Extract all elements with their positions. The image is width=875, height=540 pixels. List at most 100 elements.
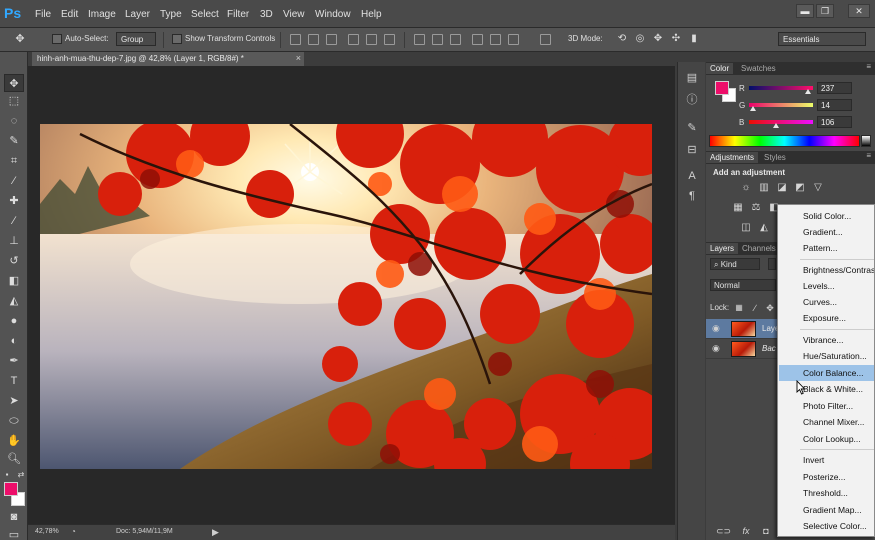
menu-item-photo-filter[interactable]: Photo Filter...	[779, 398, 874, 414]
maximize-button[interactable]: ❐	[816, 4, 834, 18]
visibility-eye-icon[interactable]: ◉	[712, 343, 720, 354]
history-panel-icon[interactable]: ▤	[684, 70, 700, 86]
tab-channels[interactable]: Channels	[738, 243, 780, 254]
auto-align-layers-icon[interactable]	[540, 34, 551, 45]
distribute-right-icon[interactable]	[508, 34, 519, 45]
visibility-eye-icon[interactable]: ◉	[712, 323, 720, 334]
brush-tool-icon[interactable]: ∕	[4, 212, 24, 230]
align-bottom-icon[interactable]	[326, 34, 337, 45]
link-layers-icon[interactable]: ⊂⊃	[716, 525, 731, 537]
layer-mask-icon[interactable]: ◘	[760, 525, 772, 537]
menu-type[interactable]: Type	[160, 9, 182, 20]
lock-position-icon[interactable]: ✥	[764, 302, 776, 314]
3d-roll-icon[interactable]: ◎	[630, 30, 650, 48]
move-tool-icon[interactable]: ✥	[4, 74, 24, 92]
layer-name[interactable]: Bac	[762, 344, 776, 353]
menu-item-gradient[interactable]: Gradient...	[779, 224, 874, 240]
foreground-color-swatch[interactable]	[4, 482, 18, 496]
info-panel-icon[interactable]: ⓘ	[684, 92, 700, 108]
menu-item-vibrance[interactable]: Vibrance...	[779, 332, 874, 348]
panel-menu-icon[interactable]: ≡	[866, 151, 871, 160]
tab-adjustments[interactable]: Adjustments	[706, 152, 759, 163]
quick-mask-icon[interactable]: ◙	[4, 508, 24, 526]
blend-mode-dropdown[interactable]: Normal	[710, 279, 776, 291]
green-slider[interactable]	[749, 103, 813, 107]
auto-select-checkbox[interactable]	[52, 34, 62, 44]
dodge-tool-icon[interactable]: ◐	[4, 332, 24, 350]
hand-tool-icon[interactable]: ✋	[4, 432, 24, 450]
color-spectrum-bar[interactable]	[709, 135, 860, 147]
3d-scale-icon[interactable]: ▮	[684, 30, 704, 48]
tab-swatches[interactable]: Swatches	[737, 63, 780, 74]
minimize-button[interactable]: ▬	[796, 4, 814, 18]
layer-style-icon[interactable]: fx	[740, 525, 752, 537]
menu-help[interactable]: Help	[361, 9, 382, 20]
3d-slide-icon[interactable]: ✣	[666, 30, 686, 48]
menu-item-threshold[interactable]: Threshold...	[779, 485, 874, 501]
close-window-button[interactable]: ✕	[848, 4, 870, 18]
red-slider[interactable]	[749, 86, 813, 90]
menu-view[interactable]: View	[283, 9, 305, 20]
tab-styles[interactable]: Styles	[760, 152, 790, 163]
paragraph-panel-icon[interactable]: ¶	[684, 188, 700, 204]
menu-item-channel-mixer[interactable]: Channel Mixer...	[779, 414, 874, 430]
lasso-tool-icon[interactable]: ◌	[4, 112, 24, 130]
align-horizontal-center-icon[interactable]	[366, 34, 377, 45]
menu-edit[interactable]: Edit	[61, 9, 78, 20]
type-tool-icon[interactable]: T	[4, 372, 24, 390]
canvas-area[interactable]	[28, 66, 675, 524]
path-selection-tool-icon[interactable]: ➤	[4, 392, 24, 410]
menu-item-invert[interactable]: Invert	[779, 452, 874, 468]
menu-item-gradient-map[interactable]: Gradient Map...	[779, 502, 874, 518]
character-panel-icon[interactable]: A	[684, 168, 700, 184]
brush-panel-icon[interactable]: ✎	[684, 120, 700, 136]
distribute-horizontal-icon[interactable]	[490, 34, 501, 45]
distribute-center-icon[interactable]	[432, 34, 443, 45]
align-top-icon[interactable]	[290, 34, 301, 45]
vibrance-icon[interactable]: ▽	[812, 182, 824, 194]
green-slider-handle[interactable]	[750, 106, 756, 111]
hue-saturation-icon[interactable]: ▦	[732, 202, 744, 214]
exposure-icon[interactable]: ◩	[794, 182, 806, 194]
menu-item-levels[interactable]: Levels...	[779, 278, 874, 294]
menu-item-color-lookup[interactable]: Color Lookup...	[779, 431, 874, 447]
paint-bucket-tool-icon[interactable]: ◭	[4, 292, 24, 310]
clone-stamp-tool-icon[interactable]: ⊥	[4, 232, 24, 250]
blur-tool-icon[interactable]: ●	[4, 312, 24, 330]
levels-icon[interactable]: ▥	[758, 182, 770, 194]
document-tab[interactable]: hinh-anh-mua-thu-dep-7.jpg @ 42,8% (Laye…	[32, 52, 304, 66]
tab-layers[interactable]: Layers	[706, 243, 739, 254]
layer-filter-image-icon[interactable]	[768, 258, 776, 270]
status-menu-arrow-icon[interactable]: ▶	[212, 527, 219, 538]
green-value-field[interactable]: 14	[817, 99, 852, 111]
workspace-dropdown[interactable]: Essentials	[778, 32, 866, 46]
quick-selection-tool-icon[interactable]: ✎	[4, 132, 24, 150]
3d-rotate-icon[interactable]: ⟲	[612, 30, 632, 48]
show-transform-checkbox[interactable]	[172, 34, 182, 44]
blue-slider[interactable]	[749, 120, 813, 124]
color-balance-icon[interactable]: ⚖	[750, 202, 762, 214]
move-tool-preset-icon[interactable]: ✥	[10, 30, 30, 48]
posterize-icon[interactable]: ◭	[758, 222, 770, 234]
brightness-contrast-icon[interactable]: ☼	[740, 182, 752, 194]
panel-menu-icon[interactable]: ≡	[866, 62, 871, 71]
red-value-field[interactable]: 237	[817, 82, 852, 94]
distribute-bottom-icon[interactable]	[450, 34, 461, 45]
clone-source-panel-icon[interactable]: ⊟	[684, 142, 700, 158]
align-left-icon[interactable]	[348, 34, 359, 45]
lock-transparency-icon[interactable]: ▦	[733, 302, 745, 314]
screen-mode-icon[interactable]: ▭	[4, 526, 24, 540]
menu-item-selective-color[interactable]: Selective Color...	[779, 518, 874, 534]
3d-pan-icon[interactable]: ✥	[648, 30, 668, 48]
menu-filter[interactable]: Filter	[227, 9, 249, 20]
align-right-icon[interactable]	[384, 34, 395, 45]
color-panel-foreground-swatch[interactable]	[715, 81, 729, 95]
shape-tool-icon[interactable]: ⬭	[4, 412, 24, 430]
menu-file[interactable]: File	[35, 9, 51, 20]
distribute-left-icon[interactable]	[472, 34, 483, 45]
black-white-ramp[interactable]	[861, 135, 871, 147]
menu-item-exposure[interactable]: Exposure...	[779, 310, 874, 326]
align-vertical-center-icon[interactable]	[308, 34, 319, 45]
auto-select-dropdown[interactable]: Group	[116, 32, 156, 46]
healing-brush-tool-icon[interactable]: ✚	[4, 192, 24, 210]
